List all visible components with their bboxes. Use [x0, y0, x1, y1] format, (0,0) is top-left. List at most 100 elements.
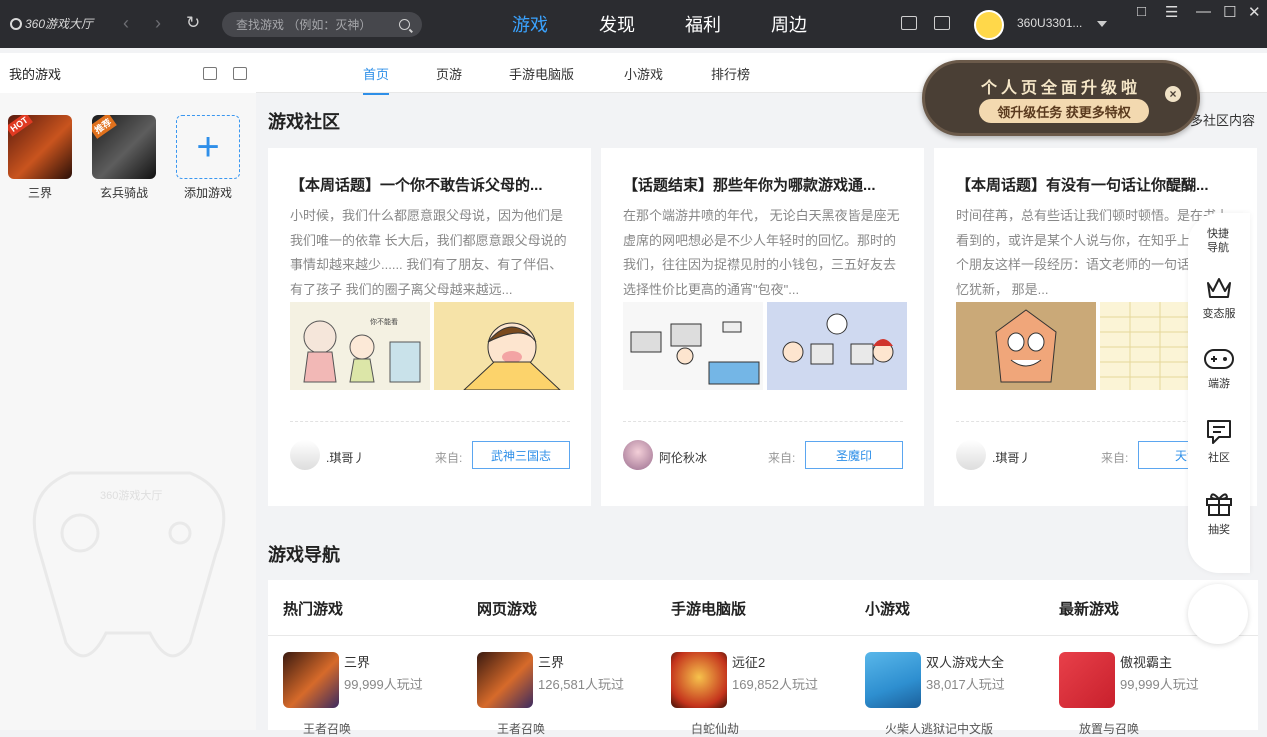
app-logo: 360游戏大厅 [10, 15, 93, 32]
avatar[interactable] [956, 440, 986, 470]
upgrade-popup: 个人页全面升级啦 领升级任务 获更多特权 × [922, 60, 1200, 136]
next-game-link[interactable]: 王者召唤 [497, 720, 545, 737]
search-bar[interactable] [222, 12, 422, 37]
community-card[interactable]: 【本周话题】一个你不敢告诉父母的... 小时候，我们什么都愿意跟父母说，因为他们… [268, 148, 591, 506]
subtab-minigames[interactable]: 小游戏 [624, 64, 663, 83]
search-input[interactable] [236, 17, 399, 32]
edit-icon[interactable] [233, 66, 247, 80]
tab-welfare[interactable]: 福利 [685, 11, 721, 37]
pc-games-button[interactable]: 端游 [1188, 347, 1250, 391]
nav-game-item[interactable]: 远征2 169,852人玩过 [671, 652, 861, 708]
card-desc: 在那个端游井喷的年代， 无论白天黑夜皆是座无虚席的网吧想必是不少人年轻时的回忆。… [623, 208, 900, 297]
avatar[interactable] [290, 440, 320, 470]
quick-nav-button[interactable]: 快捷导航 [1188, 227, 1248, 255]
next-game-link[interactable]: 放置与召唤 [1079, 720, 1139, 737]
avatar[interactable] [974, 10, 1004, 40]
card-image-text: 你不能看 [370, 317, 398, 326]
card-images: 你不能看 [290, 302, 574, 390]
crown-icon [1207, 278, 1231, 298]
recommend-badge: 推荐 [92, 115, 117, 139]
subtab-mobile-pc[interactable]: 手游电脑版 [509, 64, 574, 83]
my-games-title: 我的游戏 [9, 66, 62, 82]
nav-header-new[interactable]: 最新游戏 [1059, 598, 1119, 619]
game-icon [865, 652, 921, 708]
calendar-icon[interactable] [203, 66, 217, 80]
claim-upgrade-button[interactable]: 领升级任务 获更多特权 [979, 99, 1149, 123]
my-game-sanjie[interactable]: HOT 三界 [8, 115, 72, 201]
nav-header-mobile[interactable]: 手游电脑版 [671, 598, 746, 619]
game-name: 远征2 [732, 655, 766, 670]
community-card[interactable]: 【话题结束】那些年你为哪款游戏通... 在那个端游井喷的年代， 无论白天黑夜皆是… [601, 148, 924, 506]
subtab-webgames[interactable]: 页游 [436, 64, 462, 83]
card-image: 你不能看 [290, 302, 430, 390]
nav-game-item[interactable]: 双人游戏大全 38,017人玩过 [865, 652, 1055, 708]
back-to-top-button[interactable] [1188, 584, 1248, 644]
from-label: 来自: [768, 451, 796, 465]
add-game-label: 添加游戏 [183, 186, 232, 200]
more-community-link[interactable]: 多社区内容 [1190, 110, 1255, 129]
card-game-tag[interactable]: 圣魔印 [805, 441, 903, 469]
quick-nav-label: 快捷导航 [1207, 228, 1229, 254]
add-game-button[interactable]: + 添加游戏 [176, 115, 240, 201]
search-icon[interactable] [399, 19, 410, 30]
menu-icon[interactable]: ☰ [1165, 3, 1178, 21]
game-players: 38,017人玩过 [926, 677, 1005, 692]
card-title[interactable]: 【本周话题】有没有一句话让你醍醐... [956, 174, 1236, 195]
card-title[interactable]: 【话题结束】那些年你为哪款游戏通... [623, 174, 903, 195]
maximize-icon[interactable]: ☐ [1223, 3, 1236, 21]
bt-server-label: 变态服 [1202, 308, 1236, 320]
game-name: 玄兵骑战 [99, 186, 148, 200]
close-icon[interactable]: × [1165, 86, 1181, 102]
briefcase-icon[interactable] [934, 16, 950, 30]
refresh-icon[interactable]: ↻ [186, 13, 200, 33]
nav-game-item[interactable]: 三界 99,999人玩过 [283, 652, 473, 708]
nav-game-item[interactable]: 三界 126,581人玩过 [477, 652, 667, 708]
tab-merch[interactable]: 周边 [771, 11, 807, 37]
game-players: 169,852人玩过 [732, 677, 818, 692]
game-name: 三界 [344, 655, 371, 670]
card-image [956, 302, 1096, 390]
nav-header-hot[interactable]: 热门游戏 [283, 598, 343, 619]
my-game-xuanbing[interactable]: 推荐 玄兵骑战 [92, 115, 156, 201]
nav-header-web[interactable]: 网页游戏 [477, 598, 537, 619]
game-name: 三界 [27, 186, 52, 200]
community-button[interactable]: 社区 [1188, 417, 1250, 465]
nav-game-item[interactable]: 傲视霸主 99,999人玩过 [1059, 652, 1249, 708]
game-players: 126,581人玩过 [538, 677, 624, 692]
game-name: 三界 [538, 655, 565, 670]
game-thumbnail: HOT [8, 115, 72, 179]
bt-server-button[interactable]: 变态服 [1188, 275, 1250, 321]
close-icon[interactable]: ✕ [1248, 3, 1261, 21]
nav-divider [268, 635, 1258, 636]
chevron-down-icon[interactable] [1097, 21, 1107, 27]
forward-arrow-icon[interactable]: › [155, 13, 161, 34]
plus-icon: + [176, 115, 240, 179]
card-game-tag[interactable]: 武神三国志 [472, 441, 570, 469]
tab-games[interactable]: 游戏 [512, 11, 548, 37]
subtab-ranking[interactable]: 排行榜 [711, 64, 750, 83]
next-game-link[interactable]: 王者召唤 [303, 720, 351, 737]
next-game-link[interactable]: 火柴人逃狱记中文版 [885, 720, 993, 737]
subtab-home[interactable]: 首页 [363, 64, 390, 95]
back-arrow-icon[interactable]: ‹ [123, 13, 129, 34]
checkin-icon[interactable] [901, 16, 917, 30]
game-icon [283, 652, 339, 708]
username[interactable]: 360U3301... [1017, 16, 1082, 30]
message-icon[interactable]: □ [1137, 3, 1146, 20]
card-title[interactable]: 【本周话题】一个你不敢告诉父母的... [290, 174, 570, 195]
hot-badge: HOT [8, 115, 33, 137]
tab-discover[interactable]: 发现 [599, 11, 635, 37]
game-players: 99,999人玩过 [1120, 677, 1199, 692]
card-username[interactable]: .琪哥丿 [326, 449, 365, 466]
minimize-icon[interactable]: — [1196, 3, 1211, 20]
card-divider [623, 421, 903, 422]
card-username[interactable]: .琪哥丿 [992, 449, 1031, 466]
card-username[interactable]: 阿伦秋冰 [659, 449, 707, 466]
lottery-button[interactable]: 抽奖 [1188, 489, 1250, 537]
nav-header-mini[interactable]: 小游戏 [865, 598, 910, 619]
avatar[interactable] [623, 440, 653, 470]
card-image [623, 302, 763, 390]
game-name: 双人游戏大全 [926, 655, 1005, 670]
game-players: 99,999人玩过 [344, 677, 423, 692]
next-game-link[interactable]: 白蛇仙劫 [691, 720, 739, 737]
